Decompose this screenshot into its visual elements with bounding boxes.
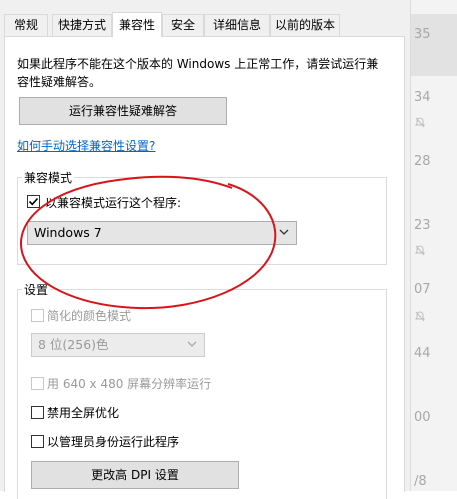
tab-compatibility[interactable]: 兼容性 [112,12,162,37]
tab-general[interactable]: 常规 [4,14,48,36]
run-as-admin-checkbox[interactable] [31,435,44,448]
disable-fullscreen-label: 禁用全屏优化 [47,406,120,420]
disable-fullscreen-checkbox[interactable] [31,406,44,419]
manual-settings-link[interactable]: 如何手动选择兼容性设置? [17,137,155,154]
os-version-select[interactable]: Windows 7 [27,221,297,245]
background-number: 00 [414,410,431,425]
bell-muted-icon [414,311,426,322]
intro-text: 如果此程序不能在这个版本的 Windows 上正常工作，请尝试运行兼 容性疑难解… [17,55,401,91]
bell-muted-icon [414,117,426,128]
run-as-admin-label: 以管理员身份运行此程序 [47,435,180,449]
settings-title: 设置 [22,281,51,298]
background-number: 07 [414,282,431,297]
run-troubleshooter-button[interactable]: 运行兼容性疑难解答 [19,97,227,125]
background-highlight-band [410,14,457,76]
chevron-down-icon [187,341,197,347]
color-depth-value: 8 位(256)色 [38,337,109,352]
compat-mode-checkbox[interactable] [27,195,40,208]
background-number: 23 [414,218,431,233]
res-640-label: 用 640 x 480 屏幕分辨率运行 [47,377,212,391]
intro-text-line-2: 容性疑难解答。 [17,75,102,89]
reduced-color-checkbox[interactable] [31,309,44,322]
checkmark-icon [28,197,39,206]
bell-muted-icon [414,245,426,256]
res-640-checkbox[interactable] [31,377,44,390]
background-number: 34 [414,90,431,105]
color-depth-select[interactable]: 8 位(256)色 [31,333,205,357]
compat-mode-label: 以兼容模式运行这个程序: [45,196,182,210]
change-dpi-button[interactable]: 更改高 DPI 设置 [31,461,239,489]
intro-text-line-1: 如果此程序不能在这个版本的 Windows 上正常工作，请尝试运行兼 [17,57,379,71]
compatibility-panel: 如果此程序不能在这个版本的 Windows 上正常工作，请尝试运行兼 容性疑难解… [4,36,405,499]
tab-security[interactable]: 安全 [162,14,204,36]
tab-details[interactable]: 详细信息 [204,14,270,36]
tab-shortcut[interactable]: 快捷方式 [52,14,112,36]
properties-dialog: 常规 快捷方式 兼容性 安全 详细信息 以前的版本 如果此程序不能在这个版本的 … [0,0,411,499]
tab-previous-versions[interactable]: 以前的版本 [270,14,340,36]
reduced-color-label: 简化的颜色模式 [47,309,132,323]
compat-mode-title: 兼容模式 [22,169,75,186]
chevron-down-icon [279,229,289,235]
background-number: 28 [414,154,431,169]
background-number: 44 [414,346,431,361]
background-number: /8 [414,474,427,489]
background-number: 35 [414,27,431,42]
os-version-value: Windows 7 [34,225,102,240]
